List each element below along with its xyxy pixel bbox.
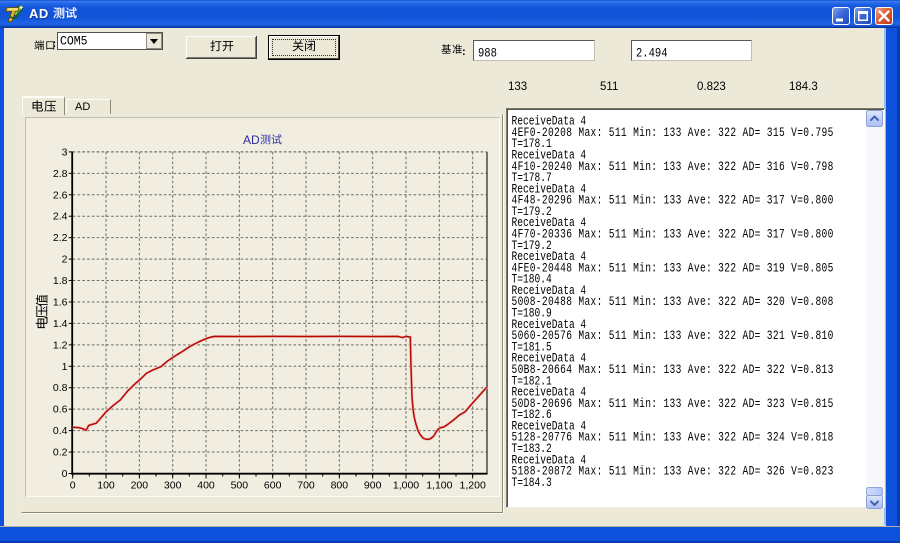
svg-text:1.8: 1.8 (53, 275, 68, 287)
svg-text:4F48-20296 Max: 511 Min: 133: 4F48-20296 Max: 511 Min: 133 Ave: 322 AD… (512, 195, 834, 209)
svg-text:4FE0-20448 Max: 511 Min: 133: 4FE0-20448 Max: 511 Min: 133 Ave: 322 AD… (512, 262, 834, 276)
svg-text:900: 900 (364, 480, 382, 492)
svg-text:0.2: 0.2 (53, 447, 68, 459)
svg-text:4F70-20336 Max: 511 Min: 133: 4F70-20336 Max: 511 Min: 133 Ave: 322 AD… (512, 228, 834, 242)
svg-text:T=184.3: T=184.3 (512, 477, 552, 491)
svg-text:2.6: 2.6 (53, 189, 68, 201)
svg-text:800: 800 (331, 480, 349, 492)
svg-text:1,200: 1,200 (460, 480, 486, 492)
svg-text:1: 1 (62, 361, 68, 373)
svg-text:300: 300 (164, 480, 182, 492)
svg-text:1,000: 1,000 (393, 480, 419, 492)
svg-text:4F10-20240 Max: 511 Min: 133: 4F10-20240 Max: 511 Min: 133 Ave: 322 AD… (512, 161, 834, 175)
svg-text:1.4: 1.4 (53, 318, 68, 330)
svg-text:100: 100 (97, 480, 115, 492)
svg-text:5188-20872 Max: 511 Min: 133: 5188-20872 Max: 511 Min: 133 Ave: 322 AD… (512, 465, 834, 479)
svg-text:0: 0 (70, 480, 76, 492)
svg-text:200: 200 (131, 480, 149, 492)
svg-text:5128-20776 Max: 511 Min: 133: 5128-20776 Max: 511 Min: 133 Ave: 322 AD… (512, 432, 834, 446)
svg-text:1.6: 1.6 (53, 296, 68, 308)
svg-text:1.2: 1.2 (53, 339, 68, 351)
svg-text:500: 500 (231, 480, 249, 492)
svg-text:2.2: 2.2 (53, 232, 68, 244)
svg-text:2.8: 2.8 (53, 168, 68, 180)
svg-text:0.8: 0.8 (53, 382, 68, 394)
svg-text:50D8-20696 Max: 511 Min: 133: 50D8-20696 Max: 511 Min: 133 Ave: 322 AD… (512, 398, 834, 412)
svg-text:0.6: 0.6 (53, 404, 68, 416)
svg-text:0: 0 (62, 468, 68, 480)
svg-text:400: 400 (197, 480, 215, 492)
svg-text:1,100: 1,100 (426, 480, 452, 492)
svg-text:50B8-20664 Max: 511 Min: 133: 50B8-20664 Max: 511 Min: 133 Ave: 322 AD… (512, 364, 834, 378)
svg-text:600: 600 (264, 480, 282, 492)
svg-text:0.4: 0.4 (53, 425, 68, 437)
svg-text:3: 3 (62, 146, 68, 158)
svg-text:2.4: 2.4 (53, 211, 68, 223)
svg-text:700: 700 (297, 480, 315, 492)
svg-text:5060-20576 Max: 511 Min: 133: 5060-20576 Max: 511 Min: 133 Ave: 322 AD… (512, 330, 834, 344)
svg-text:2: 2 (62, 254, 68, 266)
svg-text:4EF0-20208 Max: 511 Min: 133: 4EF0-20208 Max: 511 Min: 133 Ave: 322 AD… (512, 127, 834, 141)
svg-text:5008-20488 Max: 511 Min: 133: 5008-20488 Max: 511 Min: 133 Ave: 322 AD… (512, 296, 834, 310)
